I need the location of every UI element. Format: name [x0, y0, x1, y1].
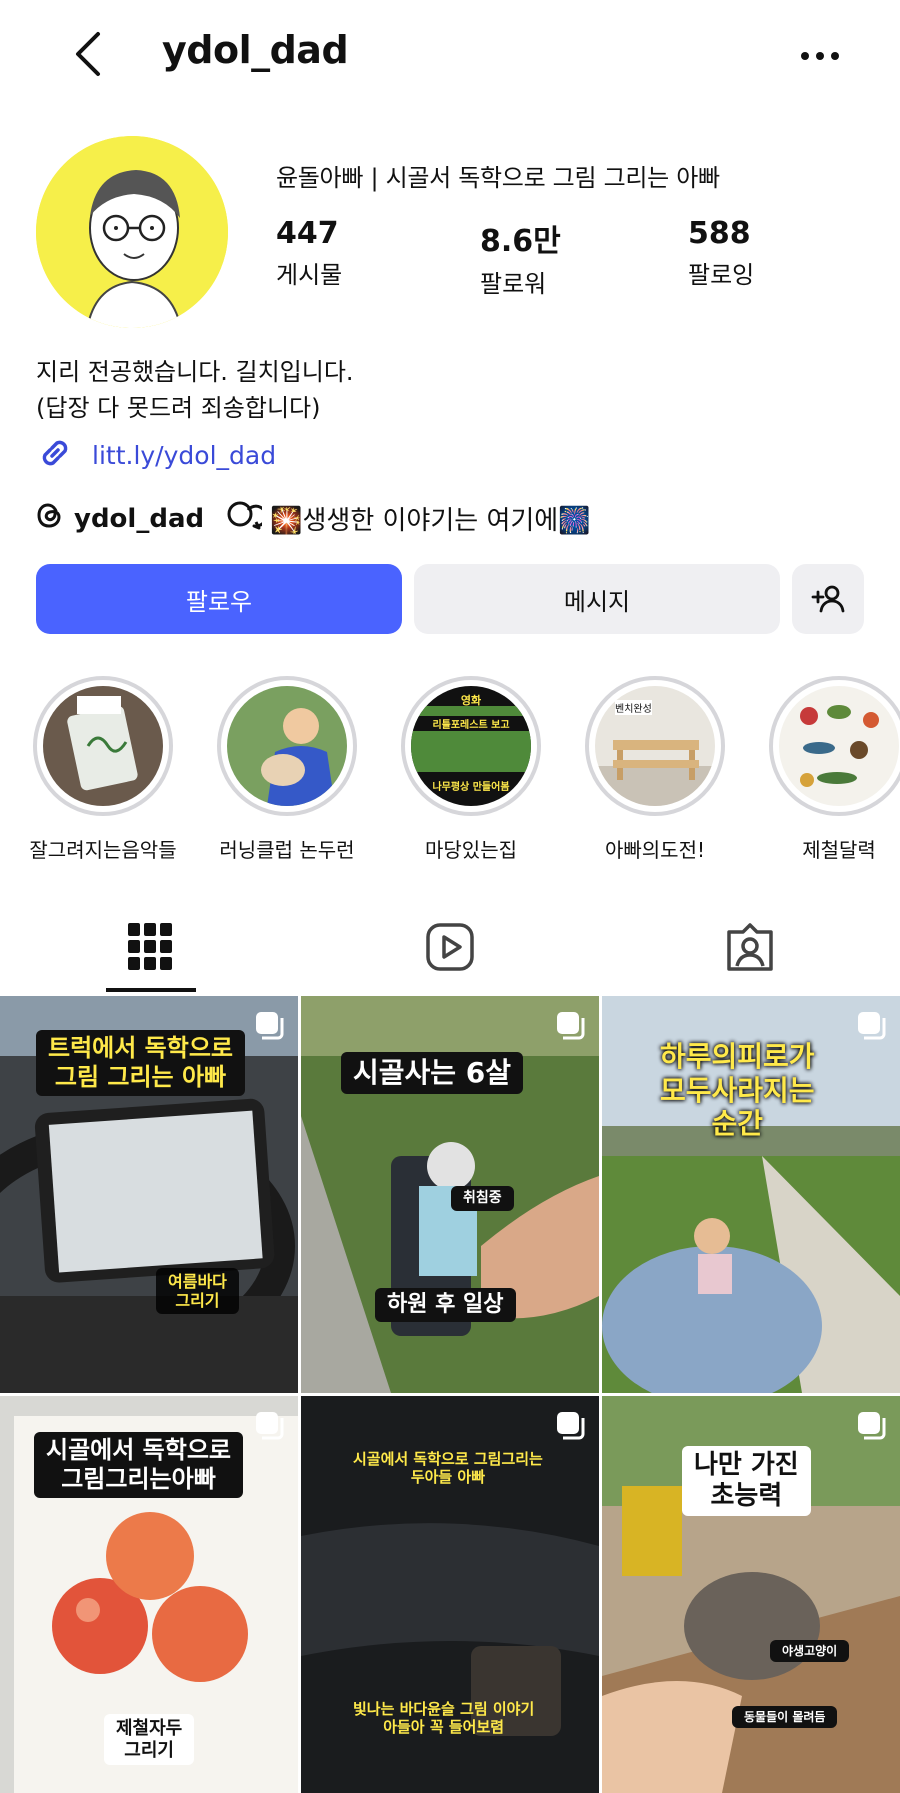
post-tile[interactable]: 시골에서 독학으로 그림그리는아빠 제철자두 그리기 — [0, 1396, 298, 1793]
post-caption: 하루의피로가 모두사라지는 순간 — [660, 1040, 815, 1141]
tagged-icon — [727, 923, 773, 971]
stat-posts-label: 게시물 — [276, 261, 343, 289]
post-tile[interactable]: 시골사는 6살 취침중 하원 후 일상 — [301, 996, 599, 1393]
back-icon[interactable] — [62, 26, 112, 82]
highlight-label: 러닝클럽 논두런 — [219, 838, 355, 862]
stat-following-label: 팔로잉 — [688, 261, 755, 289]
profile-username: ydol_dad — [162, 28, 349, 72]
stat-posts[interactable]: 447 게시물 — [276, 216, 342, 290]
highlight-item[interactable]: 잘그려지는음악들 — [28, 676, 178, 863]
highlight-label: 아빠의도전! — [604, 838, 706, 862]
post-tag: 취침중 — [451, 1186, 514, 1211]
multi-post-icon — [555, 1010, 585, 1040]
stat-followers[interactable]: 8.6만 팔로워 — [480, 216, 561, 299]
highlight-ring — [217, 676, 357, 816]
post-tile[interactable]: 나만 가진 초능력 야생고양이 동물들이 몰려듬 — [602, 1396, 900, 1793]
link-icon — [36, 434, 74, 476]
tab-tagged[interactable] — [600, 900, 900, 994]
multi-post-icon — [856, 1010, 886, 1040]
display-name: 윤돌아빠 | 시골서 독학으로 그림 그리는 아빠 — [276, 164, 720, 192]
highlight-label: 잘그려지는음악들 — [29, 838, 177, 862]
threads-chat-icon — [226, 500, 268, 537]
stat-posts-count: 447 — [276, 216, 339, 251]
highlight-thumbnail — [227, 686, 347, 806]
highlight-ring — [33, 676, 173, 816]
message-button[interactable]: 메시지 — [414, 564, 780, 634]
add-user-icon — [811, 585, 845, 613]
bio: 지리 전공했습니다. 길치입니다. (답장 다 못드려 죄송합니다) — [36, 354, 354, 426]
highlight-item[interactable]: 벤치완성 아빠의도전! — [580, 676, 730, 863]
threads-icon — [36, 500, 64, 537]
profile-tabs — [0, 900, 900, 994]
tab-grid[interactable] — [0, 900, 300, 994]
post-caption: 시골사는 6살 — [341, 1052, 524, 1094]
threads-row[interactable]: ydol_dad 🎇생생한 이야기는 여기에🎆 — [36, 500, 591, 537]
post-caption: 나만 가진 초능력 — [682, 1446, 811, 1517]
post-subcaption: 동물들이 몰려듬 — [732, 1706, 838, 1729]
post-subcaption: 여름바다 그리기 — [156, 1268, 239, 1315]
post-subcaption: 하원 후 일상 — [375, 1288, 516, 1323]
stat-followers-count: 8.6만 — [480, 224, 561, 259]
reels-icon — [426, 923, 474, 971]
add-user-button[interactable] — [792, 564, 864, 634]
highlight-label: 마당있는집 — [425, 838, 517, 862]
bio-line: (답장 다 못드려 죄송합니다) — [36, 394, 321, 422]
multi-post-icon — [856, 1410, 886, 1440]
post-caption: 시골에서 독학으로 그림그리는 두아들 아빠 — [353, 1450, 543, 1486]
highlight-label: 제철달력 — [802, 838, 876, 862]
highlight-thumbnail — [779, 686, 899, 806]
multi-post-icon — [555, 1410, 585, 1440]
highlight-item[interactable]: 영화 리틀포레스트 보고 나무평상 만들어봄 마당있는집 — [396, 676, 546, 863]
highlight-ring: 영화 리틀포레스트 보고 나무평상 만들어봄 — [401, 676, 541, 816]
post-subcaption: 제철자두 그리기 — [104, 1714, 195, 1766]
stat-following-count: 588 — [688, 216, 751, 251]
highlight-inner-text: 벤치완성 — [615, 700, 652, 715]
post-caption: 트럭에서 독학으로 그림 그리는 아빠 — [36, 1030, 245, 1096]
post-caption: 시골에서 독학으로 그림그리는아빠 — [34, 1432, 243, 1498]
highlight-thumbnail: 벤치완성 — [595, 686, 715, 806]
threads-text: 🎇생생한 이야기는 여기에🎆 — [270, 506, 591, 536]
stat-following[interactable]: 588 팔로잉 — [688, 216, 754, 290]
highlight-inner-text: 나무평상 만들어봄 — [432, 782, 510, 793]
more-options-icon[interactable] — [790, 36, 850, 76]
stat-followers-label: 팔로워 — [480, 270, 547, 298]
highlight-ring — [769, 676, 900, 816]
active-tab-indicator — [106, 988, 196, 992]
post-tag: 야생고양이 — [770, 1640, 850, 1663]
follow-button[interactable]: 팔로우 — [36, 564, 402, 634]
grid-icon — [128, 923, 172, 970]
highlight-thumbnail — [43, 686, 163, 806]
post-tile[interactable]: 트럭에서 독학으로 그림 그리는 아빠 여름바다 그리기 — [0, 996, 298, 1393]
highlight-item[interactable]: 러닝클럽 논두런 — [212, 676, 362, 863]
highlight-inner-text: 리틀포레스트 보고 — [411, 716, 531, 731]
top-bar: ydol_dad — [0, 0, 900, 110]
highlight-thumbnail: 영화 리틀포레스트 보고 나무평상 만들어봄 — [411, 686, 531, 806]
multi-post-icon — [254, 1410, 284, 1440]
post-tile[interactable]: 시골에서 독학으로 그림그리는 두아들 아빠 빛나는 바다윤슬 그림 이야기 아… — [301, 1396, 599, 1793]
highlight-inner-text: 영화 — [460, 694, 482, 707]
profile-link[interactable]: litt.ly/ydol_dad — [36, 434, 276, 476]
threads-handle: ydol_dad — [74, 503, 205, 534]
highlight-item[interactable]: 제철달력 — [764, 676, 900, 863]
post-subcaption: 빛나는 바다윤슬 그림 이야기 아들아 꼭 들어보렴 — [353, 1700, 535, 1736]
link-text: litt.ly/ydol_dad — [92, 440, 277, 470]
tab-reels[interactable] — [300, 900, 600, 994]
highlight-ring: 벤치완성 — [585, 676, 725, 816]
bio-line: 지리 전공했습니다. 길치입니다. — [36, 358, 354, 386]
post-tile[interactable]: 하루의피로가 모두사라지는 순간 — [602, 996, 900, 1393]
avatar[interactable] — [36, 136, 228, 328]
multi-post-icon — [254, 1010, 284, 1040]
